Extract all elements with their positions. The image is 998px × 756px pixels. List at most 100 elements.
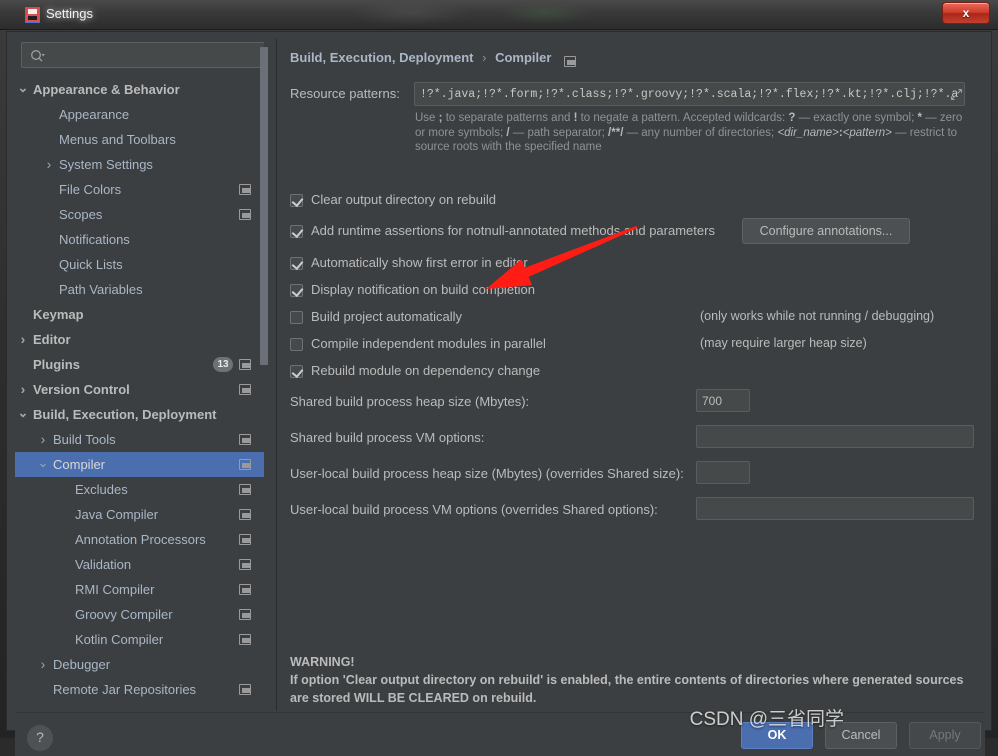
resource-patterns-input[interactable]	[414, 82, 965, 106]
sidebar-item-system-settings[interactable]: › System Settings	[15, 152, 265, 177]
copy-settings-icon[interactable]	[239, 584, 251, 595]
settings-content-pane: Build, Execution, Deployment › Compiler …	[278, 39, 985, 711]
sidebar-item-label: System Settings	[59, 157, 153, 172]
checkbox-row[interactable]: Clear output directory on rebuild	[290, 192, 980, 211]
sidebar-item-label: Groovy Compiler	[75, 607, 173, 622]
sidebar-item-file-colors[interactable]: File Colors	[15, 177, 265, 202]
chevron-down-icon[interactable]: ⌄	[37, 452, 49, 477]
copy-settings-icon[interactable]	[239, 634, 251, 645]
checkbox-clear-output-directory-on-rebuild[interactable]	[290, 194, 303, 207]
configure-annotations-button[interactable]: Configure annotations...	[742, 218, 910, 244]
copy-settings-icon[interactable]	[239, 559, 251, 570]
copy-settings-icon[interactable]	[239, 509, 251, 520]
sidebar-item-label: Java Compiler	[75, 507, 159, 522]
resource-patterns-help: Use ; to separate patterns and ! to nega…	[415, 111, 967, 155]
copy-settings-icon[interactable]	[239, 359, 251, 370]
help-token-globstar: /**/	[608, 126, 624, 139]
field-label: User-local build process VM options (ove…	[290, 502, 658, 517]
sidebar-item-compiler[interactable]: ⌄ Compiler	[15, 452, 265, 477]
breadcrumb-root[interactable]: Build, Execution, Deployment	[290, 50, 473, 65]
chevron-right-icon[interactable]: ›	[17, 327, 29, 352]
sidebar-item-quick-lists[interactable]: Quick Lists	[15, 252, 265, 277]
chevron-down-icon[interactable]: ⌄	[17, 77, 29, 102]
sidebar-item-groovy-compiler[interactable]: Groovy Compiler	[15, 602, 265, 627]
settings-tree[interactable]: ⌄ Appearance & Behavior Appearance Menus an…	[15, 77, 277, 711]
field-input[interactable]	[696, 497, 974, 520]
close-icon[interactable]: x	[942, 2, 990, 24]
sidebar-item-validation[interactable]: Validation	[15, 552, 265, 577]
copy-settings-icon[interactable]	[239, 609, 251, 620]
sidebar-item-debugger[interactable]: › Debugger	[15, 652, 265, 677]
intellij-idea-icon	[25, 7, 40, 23]
sidebar-item-annotation-processors[interactable]: Annotation Processors	[15, 527, 265, 552]
breadcrumb: Build, Execution, Deployment › Compiler	[290, 50, 551, 65]
checkbox-row[interactable]: Compile independent modules in parallel (…	[290, 336, 980, 355]
sidebar-item-label: Version Control	[33, 382, 130, 397]
field-input[interactable]	[696, 425, 974, 448]
sidebar-item-plugins[interactable]: Plugins 13	[15, 352, 265, 377]
sidebar-scrollbar-track[interactable]	[260, 39, 272, 673]
titlebar-glow-right	[500, 2, 590, 24]
sidebar-item-java-compiler[interactable]: Java Compiler	[15, 502, 265, 527]
sidebar-item-label: Kotlin Compiler	[75, 632, 164, 647]
sidebar-item-appearance[interactable]: Appearance	[15, 102, 265, 127]
sidebar-item-remote-jar-repositories[interactable]: Remote Jar Repositories	[15, 677, 265, 702]
chevron-right-icon[interactable]: ›	[37, 652, 49, 677]
sidebar-item-build-execution-deployment[interactable]: ⌄ Build, Execution, Deployment	[15, 402, 265, 427]
checkbox-row[interactable]: Automatically show first error in editor	[290, 255, 980, 274]
sidebar-item-excludes[interactable]: Excludes	[15, 477, 265, 502]
checkbox-row[interactable]: Display notification on build completion	[290, 282, 980, 301]
sidebar-item-label: Notifications	[59, 232, 130, 247]
expand-diagonal-icon[interactable]	[950, 88, 963, 101]
field-label: Shared build process VM options:	[290, 430, 485, 445]
checkbox-automatically-show-first-error-in-editor[interactable]	[290, 257, 303, 270]
sidebar-item-build-tools[interactable]: › Build Tools	[15, 427, 265, 452]
copy-settings-icon[interactable]	[239, 684, 251, 695]
sidebar-item-menus-and-toolbars[interactable]: Menus and Toolbars	[15, 127, 265, 152]
checkbox-build-project-automatically[interactable]	[290, 311, 303, 324]
copy-settings-icon[interactable]	[564, 56, 576, 67]
sidebar-item-label: Editor	[33, 332, 71, 347]
copy-settings-icon[interactable]	[239, 184, 251, 195]
sidebar-item-label: Scopes	[59, 207, 103, 222]
search-box[interactable]	[21, 42, 271, 68]
copy-settings-icon[interactable]	[239, 534, 251, 545]
sidebar-scrollbar-thumb[interactable]	[260, 47, 268, 365]
copy-settings-icon[interactable]	[239, 459, 251, 470]
sidebar-item-rmi-compiler[interactable]: RMI Compiler	[15, 577, 265, 602]
help-token-pattern: <pattern>	[842, 126, 892, 139]
checkbox-rebuild-module-on-dependency-change[interactable]	[290, 365, 303, 378]
configure-annotations-label: Configure annotations...	[759, 224, 893, 238]
sidebar-item-appearance-behavior[interactable]: ⌄ Appearance & Behavior	[15, 77, 265, 102]
sidebar-item-label: Path Variables	[59, 282, 143, 297]
help-text-b: to separate patterns and	[442, 112, 574, 124]
sidebar-item-scopes[interactable]: Scopes	[15, 202, 265, 227]
sidebar-item-path-variables[interactable]: Path Variables	[15, 277, 265, 302]
field-input[interactable]	[696, 461, 750, 484]
copy-settings-icon[interactable]	[239, 484, 251, 495]
chevron-right-icon[interactable]: ›	[17, 377, 29, 402]
sidebar-item-editor[interactable]: › Editor	[15, 327, 265, 352]
search-input[interactable]	[52, 43, 268, 67]
copy-settings-icon[interactable]	[239, 434, 251, 445]
plugin-count-badge: 13	[213, 357, 233, 372]
checkbox-add-runtime-assertions-for-notnull-annotated-methods-and-parameters[interactable]	[290, 225, 303, 238]
sidebar-item-keymap[interactable]: Keymap	[15, 302, 265, 327]
chevron-right-icon[interactable]: ›	[43, 152, 55, 177]
checkbox-row[interactable]: Rebuild module on dependency change	[290, 363, 980, 382]
sidebar-item-notifications[interactable]: Notifications	[15, 227, 265, 252]
sidebar-item-label: Validation	[75, 557, 132, 572]
checkbox-display-notification-on-build-completion[interactable]	[290, 284, 303, 297]
apply-button[interactable]: Apply	[909, 722, 981, 749]
copy-settings-icon[interactable]	[239, 209, 251, 220]
checkbox-compile-independent-modules-in-parallel[interactable]	[290, 338, 303, 351]
checkbox-row[interactable]: Build project automatically (only works w…	[290, 309, 980, 328]
chevron-right-icon[interactable]: ›	[37, 427, 49, 452]
settings-dialog: ⌄ Appearance & Behavior Appearance Menus an…	[6, 31, 992, 756]
copy-settings-icon[interactable]	[239, 384, 251, 395]
field-input[interactable]	[696, 389, 750, 412]
help-button[interactable]: ?	[27, 725, 53, 751]
chevron-down-icon[interactable]: ⌄	[17, 402, 29, 427]
sidebar-item-version-control[interactable]: › Version Control	[15, 377, 265, 402]
sidebar-item-kotlin-compiler[interactable]: Kotlin Compiler	[15, 627, 265, 652]
